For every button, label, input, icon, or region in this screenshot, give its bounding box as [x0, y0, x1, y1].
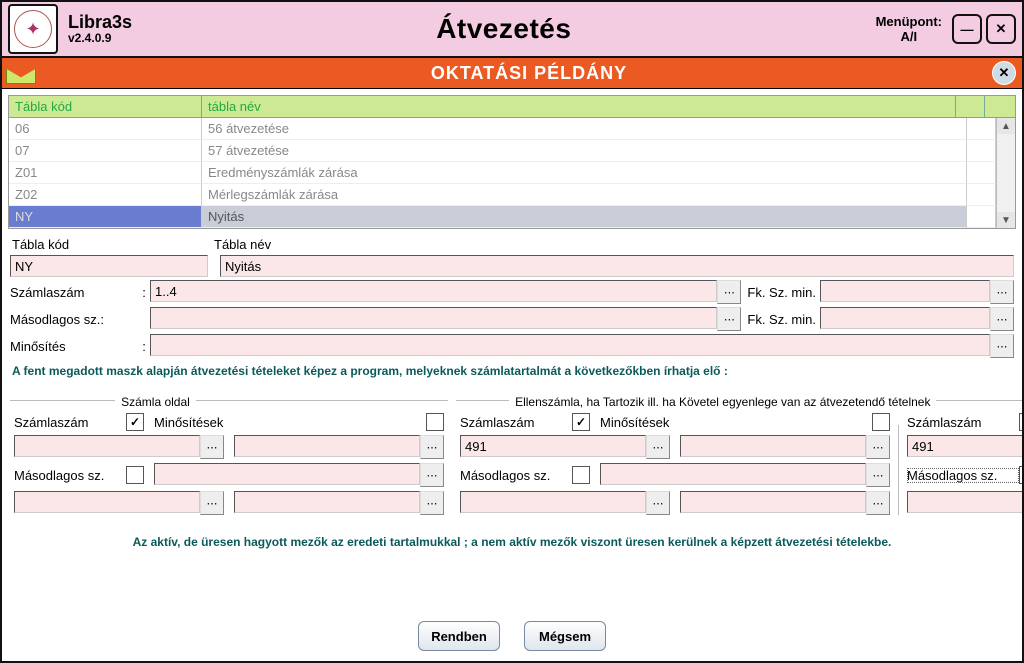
table-row[interactable]: Z02 Mérlegszámlák zárása: [9, 184, 996, 206]
group-sec-input[interactable]: [14, 491, 200, 513]
sec-input[interactable]: [150, 307, 717, 329]
qual-checkbox[interactable]: [872, 413, 890, 431]
grid-header-name[interactable]: tábla név: [202, 96, 956, 118]
fkszmin-label-2: Fk. Sz. min.: [747, 312, 816, 327]
acct-checkbox[interactable]: [1019, 413, 1024, 431]
training-banner: OKTATÁSI PÉLDÁNY ✕: [2, 58, 1022, 89]
lov-button[interactable]: ⋯: [990, 280, 1014, 304]
group-legend-right: Ellenszámla, ha Tartozik ill. ha Követel…: [509, 395, 936, 409]
acct-checkbox[interactable]: [572, 413, 590, 431]
app-version: v2.4.0.9: [68, 32, 132, 45]
lov-button[interactable]: ⋯: [717, 307, 741, 331]
banner-close-button[interactable]: ✕: [992, 61, 1016, 85]
qual-checkbox[interactable]: [426, 413, 444, 431]
ok-button[interactable]: Rendben: [418, 621, 500, 651]
group-sec-input[interactable]: [907, 491, 1024, 513]
lov-button[interactable]: ⋯: [420, 463, 444, 487]
qual-input[interactable]: [150, 334, 990, 356]
app-label: Libra3s v2.4.0.9: [68, 13, 132, 46]
grid-header-code[interactable]: Tábla kód: [9, 96, 202, 118]
grid-header: Tábla kód tábla név: [9, 96, 1015, 118]
table-row[interactable]: NY Nyitás: [9, 206, 996, 228]
group-legend-left: Számla oldal: [115, 395, 196, 409]
lov-button[interactable]: ⋯: [866, 435, 890, 459]
acct-input[interactable]: [150, 280, 717, 302]
group-qual3-input[interactable]: [234, 491, 420, 513]
sec-checkbox[interactable]: [572, 466, 590, 484]
button-row: Rendben Mégsem: [2, 611, 1022, 661]
group-qual3-input[interactable]: [680, 491, 866, 513]
group-qual-input[interactable]: [680, 435, 866, 457]
lov-button[interactable]: ⋯: [200, 435, 224, 459]
lov-button[interactable]: ⋯: [646, 491, 670, 515]
group-account-side: Számla oldal Számlaszám Minősítések ⋯ ⋯ …: [10, 386, 448, 519]
lov-button[interactable]: ⋯: [990, 334, 1014, 358]
sec-checkbox[interactable]: [1019, 466, 1024, 484]
minimize-button[interactable]: —: [952, 14, 982, 44]
titlebar: Libra3s v2.4.0.9 Átvezetés Menüpont: A/I…: [2, 2, 1022, 58]
app-name: Libra3s: [68, 13, 132, 33]
grid-scrollbar[interactable]: ▲ ▼: [996, 118, 1015, 228]
app-window: Libra3s v2.4.0.9 Átvezetés Menüpont: A/I…: [0, 0, 1024, 663]
group-acct-input[interactable]: [907, 435, 1024, 457]
group-acct-input[interactable]: [14, 435, 200, 457]
name-label: Tábla név: [212, 237, 271, 252]
acct-label: Számlaszám: [10, 285, 138, 300]
page-title: Átvezetés: [132, 13, 876, 45]
code-label: Tábla kód: [10, 237, 212, 252]
grid-rows: 06 56 átvezetése 07 57 átvezetése Z01 Er…: [9, 118, 996, 228]
lov-button[interactable]: ⋯: [866, 463, 890, 487]
fkszmin-input-2[interactable]: [820, 307, 990, 329]
hint-text-2: Az aktív, de üresen hagyott mezők az ere…: [12, 535, 1012, 549]
table-row[interactable]: 07 57 átvezetése: [9, 140, 996, 162]
fkszmin-label-1: Fk. Sz. min.: [747, 285, 816, 300]
scroll-up-icon[interactable]: ▲: [997, 118, 1015, 134]
hint-text: A fent megadott maszk alapján átvezetési…: [12, 364, 1012, 378]
cancel-button[interactable]: Mégsem: [524, 621, 606, 651]
banner-text: OKTATÁSI PÉLDÁNY: [36, 63, 1022, 84]
name-input[interactable]: [220, 255, 1014, 277]
group-counter-accounts: Ellenszámla, ha Tartozik ill. ha Követel…: [456, 386, 1024, 519]
tables-grid: Tábla kód tábla név 06 56 átvezetése 07 …: [8, 95, 1016, 229]
acct-checkbox[interactable]: [126, 413, 144, 431]
envelope-icon[interactable]: [6, 62, 36, 84]
scroll-down-icon[interactable]: ▼: [997, 212, 1015, 228]
lov-button[interactable]: ⋯: [200, 491, 224, 515]
fkszmin-input-1[interactable]: [820, 280, 990, 302]
detail-form: Tábla kód Tábla név Számlaszám : ⋯ Fk. S…: [2, 231, 1022, 561]
lov-button[interactable]: ⋯: [866, 491, 890, 515]
qual-label: Minősítés: [10, 339, 138, 354]
lov-button[interactable]: ⋯: [717, 280, 741, 304]
group-sec-input[interactable]: [460, 491, 646, 513]
group-qual2-input[interactable]: [600, 463, 866, 485]
group-qual-input[interactable]: [234, 435, 420, 457]
group-qual2-input[interactable]: [154, 463, 420, 485]
lov-button[interactable]: ⋯: [646, 435, 670, 459]
close-button[interactable]: ✕: [986, 14, 1016, 44]
group-row: Számla oldal Számlaszám Minősítések ⋯ ⋯ …: [10, 380, 1014, 525]
code-input[interactable]: [10, 255, 208, 277]
sec-label: Másodlagos sz.:: [10, 312, 138, 327]
group-acct-input[interactable]: [460, 435, 646, 457]
table-row[interactable]: Z01 Eredményszámlák zárása: [9, 162, 996, 184]
app-logo-icon: [8, 4, 58, 54]
sec-checkbox[interactable]: [126, 466, 144, 484]
lov-button[interactable]: ⋯: [420, 435, 444, 459]
table-row[interactable]: 06 56 átvezetése: [9, 118, 996, 140]
lov-button[interactable]: ⋯: [990, 307, 1014, 331]
menu-label: Menüpont: A/I: [876, 14, 942, 44]
lov-button[interactable]: ⋯: [420, 491, 444, 515]
